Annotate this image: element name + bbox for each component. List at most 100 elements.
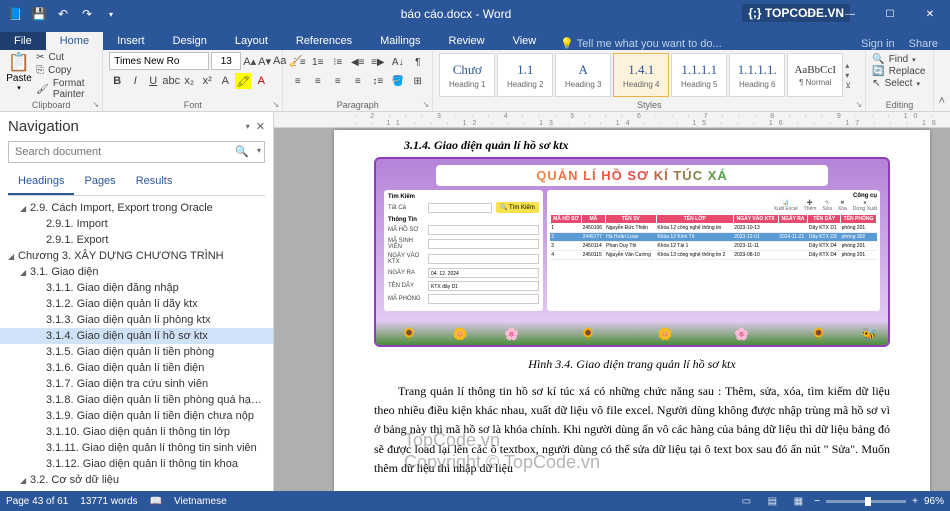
subscript-button[interactable]: x₂ (181, 73, 197, 89)
horizontal-ruler[interactable]: · 2 · · · 3 · · · 4 · · · 5 · · · 6 · · … (274, 112, 950, 128)
status-spellcheck-icon[interactable]: 📖 (150, 496, 162, 507)
format-painter-button[interactable]: 🖌Format Painter (36, 78, 96, 100)
nav-heading-item[interactable]: 3.1.6. Giao diện quản lí tiền điện (0, 360, 273, 376)
nav-heading-item[interactable]: 3.2.1. Bảng nguoidung (0, 488, 273, 491)
save-button[interactable]: 💾 (28, 3, 50, 25)
show-marks-button[interactable]: ¶ (409, 54, 426, 70)
nav-heading-item[interactable]: 3.1.12. Giao diện quản lí thông tin khoa (0, 456, 273, 472)
collapse-ribbon-button[interactable]: ˄ (934, 50, 950, 111)
nav-heading-item[interactable]: ◢Chương 3. XÂY DỰNG CHƯƠNG TRÌNH (0, 248, 273, 264)
align-right-button[interactable]: ≡ (329, 73, 346, 89)
search-options-icon[interactable]: ▾ (257, 146, 261, 155)
shading-button[interactable]: 🪣 (389, 73, 406, 89)
search-icon[interactable]: 🔍 (235, 145, 249, 158)
cut-button[interactable]: ✂Cut (36, 52, 96, 63)
nav-tab-results[interactable]: Results (126, 171, 183, 195)
bold-button[interactable]: B (109, 73, 125, 89)
web-layout-button[interactable]: ▦ (788, 493, 808, 509)
style-heading-2[interactable]: 1.1Heading 2 (497, 53, 553, 97)
nav-tab-headings[interactable]: Headings (8, 171, 74, 195)
styles-row-down[interactable]: ▾ (845, 71, 859, 80)
copy-button[interactable]: ⎘Copy (36, 65, 96, 76)
line-spacing-button[interactable]: ↕≡ (369, 73, 386, 89)
document-page[interactable]: 3.1.4. Giao diện quản lí hồ sơ ktx QUẢN … (334, 130, 930, 491)
tab-view[interactable]: View (499, 32, 551, 50)
paragraph-launcher-icon[interactable]: ↘ (423, 100, 430, 109)
nav-heading-item[interactable]: ◢2.9. Cách Import, Export trong Oracle (0, 200, 273, 216)
strikethrough-button[interactable]: abc (163, 73, 179, 89)
style-heading-4[interactable]: 1.4.1Heading 4 (613, 53, 669, 97)
decrease-indent-button[interactable]: ◀≡ (349, 54, 366, 70)
zoom-out-button[interactable]: − (814, 496, 820, 507)
align-center-button[interactable]: ≡ (309, 73, 326, 89)
text-effects-button[interactable]: A (217, 73, 233, 89)
superscript-button[interactable]: x² (199, 73, 215, 89)
share-button[interactable]: Share (909, 38, 938, 50)
paste-button[interactable]: 📋 Paste ▾ (6, 52, 32, 92)
nav-heading-item[interactable]: 3.1.11. Giao diện quản lí thông tin sinh… (0, 440, 273, 456)
word-app-icon[interactable]: 📘 (4, 3, 26, 25)
underline-button[interactable]: U (145, 73, 161, 89)
font-size-select[interactable] (211, 52, 241, 70)
status-words[interactable]: 13771 words (80, 496, 137, 507)
tell-me-search[interactable]: 💡 Tell me what you want to do... (550, 37, 721, 50)
tab-references[interactable]: References (282, 32, 366, 50)
nav-heading-item[interactable]: ◢3.1. Giao diện (0, 264, 273, 280)
qat-customize-button[interactable]: ▾ (100, 3, 122, 25)
tab-insert[interactable]: Insert (103, 32, 159, 50)
zoom-thumb[interactable] (865, 497, 871, 506)
nav-heading-item[interactable]: 3.1.2. Giao diện quản lí dãy ktx (0, 296, 273, 312)
font-color-button[interactable]: A (253, 73, 269, 89)
style-heading-3[interactable]: AHeading 3 (555, 53, 611, 97)
read-mode-button[interactable]: ▭ (736, 493, 756, 509)
print-layout-button[interactable]: ▤ (762, 493, 782, 509)
style-heading-6[interactable]: 1.1.1.1.Heading 6 (729, 53, 785, 97)
styles-launcher-icon[interactable]: ↘ (856, 100, 863, 109)
styles-more[interactable]: ⊻ (845, 81, 859, 90)
increase-indent-button[interactable]: ≡▶ (369, 54, 386, 70)
nav-heading-item[interactable]: 3.1.4. Giao diện quản lí hồ sơ ktx (0, 328, 273, 344)
tab-layout[interactable]: Layout (221, 32, 282, 50)
replace-button[interactable]: 🔄Replace (872, 66, 926, 77)
nav-heading-item[interactable]: 2.9.1. Export (0, 232, 273, 248)
nav-heading-item[interactable]: 3.1.5. Giao diện quản lí tiền phòng (0, 344, 273, 360)
nav-heading-item[interactable]: 3.1.3. Giao diện quản lí phòng ktx (0, 312, 273, 328)
borders-button[interactable]: ⊞ (409, 73, 426, 89)
tab-review[interactable]: Review (435, 32, 499, 50)
multilevel-list-button[interactable]: ⁝≡ (329, 54, 346, 70)
status-language[interactable]: Vietnamese (174, 496, 227, 507)
sort-button[interactable]: A↓ (389, 54, 406, 70)
nav-dropdown-icon[interactable]: ▾ (246, 122, 250, 131)
maximize-button[interactable]: ☐ (870, 0, 910, 28)
tab-file[interactable]: File (0, 32, 46, 50)
justify-button[interactable]: ≡ (349, 73, 366, 89)
tab-home[interactable]: Home (46, 32, 103, 50)
align-left-button[interactable]: ≡ (289, 73, 306, 89)
nav-heading-item[interactable]: 3.1.10. Giao diện quản lí thông tin lớp (0, 424, 273, 440)
navigation-close-button[interactable]: ✕ (256, 120, 265, 133)
select-button[interactable]: ↖Select▾ (872, 78, 926, 89)
styles-row-up[interactable]: ▴ (845, 61, 859, 70)
bullets-button[interactable]: ⋮≡ (289, 54, 306, 70)
italic-button[interactable]: I (127, 73, 143, 89)
tab-mailings[interactable]: Mailings (366, 32, 434, 50)
style-heading-1[interactable]: ChươHeading 1 (439, 53, 495, 97)
nav-heading-item[interactable]: ◢3.2. Cơ sở dữ liệu (0, 472, 273, 488)
shrink-font-button[interactable]: A▾ (258, 53, 271, 69)
nav-tab-pages[interactable]: Pages (74, 171, 125, 195)
font-name-select[interactable] (109, 52, 209, 70)
grow-font-button[interactable]: A▴ (243, 53, 256, 69)
redo-button[interactable]: ↷ (76, 3, 98, 25)
style--normal[interactable]: AaBbCcI¶ Normal (787, 53, 843, 97)
sign-in-link[interactable]: Sign in (861, 38, 895, 50)
clipboard-launcher-icon[interactable]: ↘ (93, 100, 100, 109)
search-document-input[interactable] (8, 141, 265, 163)
undo-button[interactable]: ↶ (52, 3, 74, 25)
font-launcher-icon[interactable]: ↘ (273, 100, 280, 109)
tab-design[interactable]: Design (159, 32, 221, 50)
nav-heading-item[interactable]: 3.1.1. Giao diện đăng nhập (0, 280, 273, 296)
paste-dropdown-icon[interactable]: ▾ (17, 84, 21, 92)
highlight-button[interactable]: 🖍 (235, 73, 251, 89)
zoom-level[interactable]: 96% (924, 496, 944, 507)
nav-heading-item[interactable]: 3.1.8. Giao diện quản lí tiền phòng quá … (0, 392, 273, 408)
